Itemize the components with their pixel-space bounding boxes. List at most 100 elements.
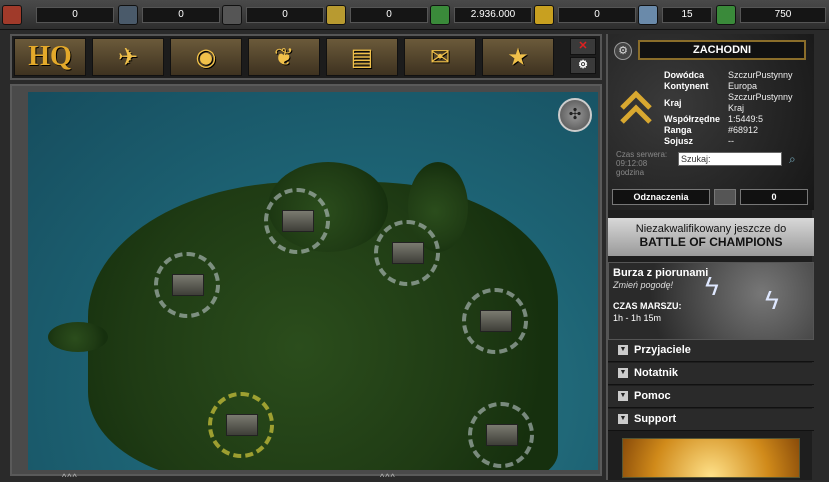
ammo-icon bbox=[326, 5, 346, 25]
player-base[interactable] bbox=[462, 288, 528, 354]
star-icon: ★ bbox=[507, 43, 529, 71]
compass-button[interactable]: ✣ bbox=[558, 98, 592, 132]
main-nav: HQ ✈ ◉ ❦ ▤ ✉ ★ ✕ ⚙ bbox=[10, 34, 602, 80]
player-base[interactable] bbox=[374, 220, 440, 286]
server-time-unit: godzina bbox=[616, 168, 645, 177]
menu-label: Notatnik bbox=[634, 367, 678, 379]
gold-bar-icon bbox=[534, 5, 554, 25]
hq-label: HQ bbox=[28, 41, 72, 72]
scroll-marker[interactable]: ^^^ bbox=[62, 472, 78, 482]
settings-icon[interactable]: ⚙ bbox=[614, 42, 632, 60]
player-base[interactable] bbox=[154, 252, 220, 318]
detail-row: Sojusz -- bbox=[664, 136, 812, 147]
menu-friends[interactable]: ▼ Przyjaciele bbox=[608, 340, 814, 362]
reports-button[interactable]: ▤ bbox=[326, 38, 398, 76]
right-panel: ⚙ ZACHODNI Dowódca SzczurPustynny Kontyne… bbox=[606, 34, 814, 480]
player-base[interactable] bbox=[264, 188, 330, 254]
change-weather-link[interactable]: Zmień pogodę! bbox=[613, 280, 673, 290]
resource-value: 0 bbox=[350, 7, 428, 23]
march-time-label: CZAS MARSZU: bbox=[613, 301, 682, 311]
weather-title: Burza z piorunami bbox=[613, 267, 709, 279]
oil-barrel-icon bbox=[118, 5, 138, 25]
base-building bbox=[392, 242, 424, 264]
mail-button[interactable]: ✉ bbox=[404, 38, 476, 76]
detail-value: Europa bbox=[728, 81, 758, 91]
detail-key: Sojusz bbox=[664, 136, 694, 146]
player-base[interactable] bbox=[468, 402, 534, 468]
close-icon: ✕ bbox=[578, 40, 588, 52]
detail-key: Kontynent bbox=[664, 81, 709, 91]
units-button[interactable]: ✈ bbox=[92, 38, 164, 76]
detail-key: Dowódca bbox=[664, 70, 705, 80]
detail-value: -- bbox=[728, 136, 734, 146]
search-icon[interactable]: ⌕ bbox=[789, 152, 796, 167]
diamond-icon bbox=[638, 5, 658, 25]
search-input[interactable]: Szukaj: bbox=[678, 152, 782, 166]
close-button[interactable]: ✕ bbox=[570, 38, 596, 55]
detail-value: #68912 bbox=[728, 125, 759, 135]
map-frame: ✣ bbox=[10, 84, 602, 476]
island bbox=[48, 322, 108, 352]
detail-value: 1:5449:5 bbox=[728, 114, 764, 124]
expand-arrow-icon: ▼ bbox=[618, 391, 628, 401]
resource-value: 0 bbox=[142, 7, 220, 23]
settings-button[interactable]: ⚙ bbox=[570, 57, 596, 74]
detail-row: Kontynent Europa bbox=[664, 81, 812, 92]
alliance-laurel-icon: ❦ bbox=[273, 43, 295, 71]
metal-barrel-icon bbox=[222, 5, 242, 25]
globe-icon: ◉ bbox=[195, 43, 217, 71]
resource-value: 15 bbox=[662, 7, 712, 23]
compass-icon: ✣ bbox=[568, 106, 582, 123]
resource-value: 2.936.000 bbox=[454, 7, 532, 23]
server-time-value: 09:12:08 bbox=[616, 159, 648, 168]
base-building bbox=[282, 210, 314, 232]
player-info: ⚙ ZACHODNI Dowódca SzczurPustynny Kontyne… bbox=[608, 34, 814, 210]
favorites-button[interactable]: ★ bbox=[482, 38, 554, 76]
award-medal-icon bbox=[714, 189, 736, 205]
boc-status: Niezakwalifikowany jeszcze do bbox=[635, 223, 787, 235]
expand-arrow-icon: ▼ bbox=[618, 414, 628, 424]
units-icon: ✈ bbox=[117, 43, 139, 71]
awards-button[interactable]: Odznaczenia bbox=[612, 189, 710, 205]
detail-row: Kraj SzczurPustynny Kraj bbox=[664, 92, 812, 114]
detail-key: Ranga bbox=[664, 125, 692, 135]
mail-icon: ✉ bbox=[429, 43, 451, 71]
server-time-label: Czas serwera: bbox=[616, 150, 668, 159]
awards-count: 0 bbox=[740, 189, 808, 205]
lightning-icon: ϟ bbox=[705, 271, 719, 301]
weather-panel: Burza z piorunami Zmień pogodę! CZAS MAR… bbox=[608, 262, 814, 340]
menu-help[interactable]: ▼ Pomoc bbox=[608, 386, 814, 408]
expand-arrow-icon: ▼ bbox=[618, 368, 628, 378]
base-building bbox=[486, 424, 518, 446]
globe-button[interactable]: ◉ bbox=[170, 38, 242, 76]
battle-of-champions-banner[interactable]: Niezakwalifikowany jeszcze do BATTLE OF … bbox=[608, 218, 814, 256]
detail-row: Dowódca SzczurPustynny bbox=[664, 70, 812, 81]
detail-key: Współrzędne bbox=[664, 114, 721, 124]
gear-icon: ⚙ bbox=[578, 59, 588, 71]
server-time: Czas serwera: 09:12:08 godzina bbox=[616, 150, 680, 177]
rank-up-icon bbox=[716, 5, 736, 25]
detail-value: SzczurPustynny Kraj bbox=[728, 92, 793, 113]
base-building bbox=[226, 414, 258, 436]
base-building bbox=[480, 310, 512, 332]
detail-row: Ranga #68912 bbox=[664, 125, 812, 136]
boc-title: BATTLE OF CHAMPIONS bbox=[639, 235, 783, 249]
lightning-icon: ϟ bbox=[765, 285, 779, 315]
promo-banner[interactable] bbox=[622, 438, 800, 478]
detail-value: SzczurPustynny bbox=[728, 70, 793, 80]
resource-value: 0 bbox=[246, 7, 324, 23]
menu-label: Przyjaciele bbox=[634, 344, 691, 356]
own-base[interactable] bbox=[208, 392, 274, 458]
menu-support[interactable]: ▼ Support bbox=[608, 409, 814, 431]
alliance-button[interactable]: ❦ bbox=[248, 38, 320, 76]
money-icon bbox=[430, 5, 450, 25]
world-map[interactable]: ✣ bbox=[28, 92, 598, 470]
detail-key: Kraj bbox=[664, 97, 682, 108]
menu-notepad[interactable]: ▼ Notatnik bbox=[608, 363, 814, 385]
hq-button[interactable]: HQ bbox=[14, 38, 86, 76]
base-building bbox=[172, 274, 204, 296]
scroll-marker[interactable]: ^^^ bbox=[380, 472, 396, 482]
menu-label: Support bbox=[634, 413, 677, 425]
reports-icon: ▤ bbox=[350, 43, 374, 71]
resource-value: 750 bbox=[740, 7, 826, 23]
